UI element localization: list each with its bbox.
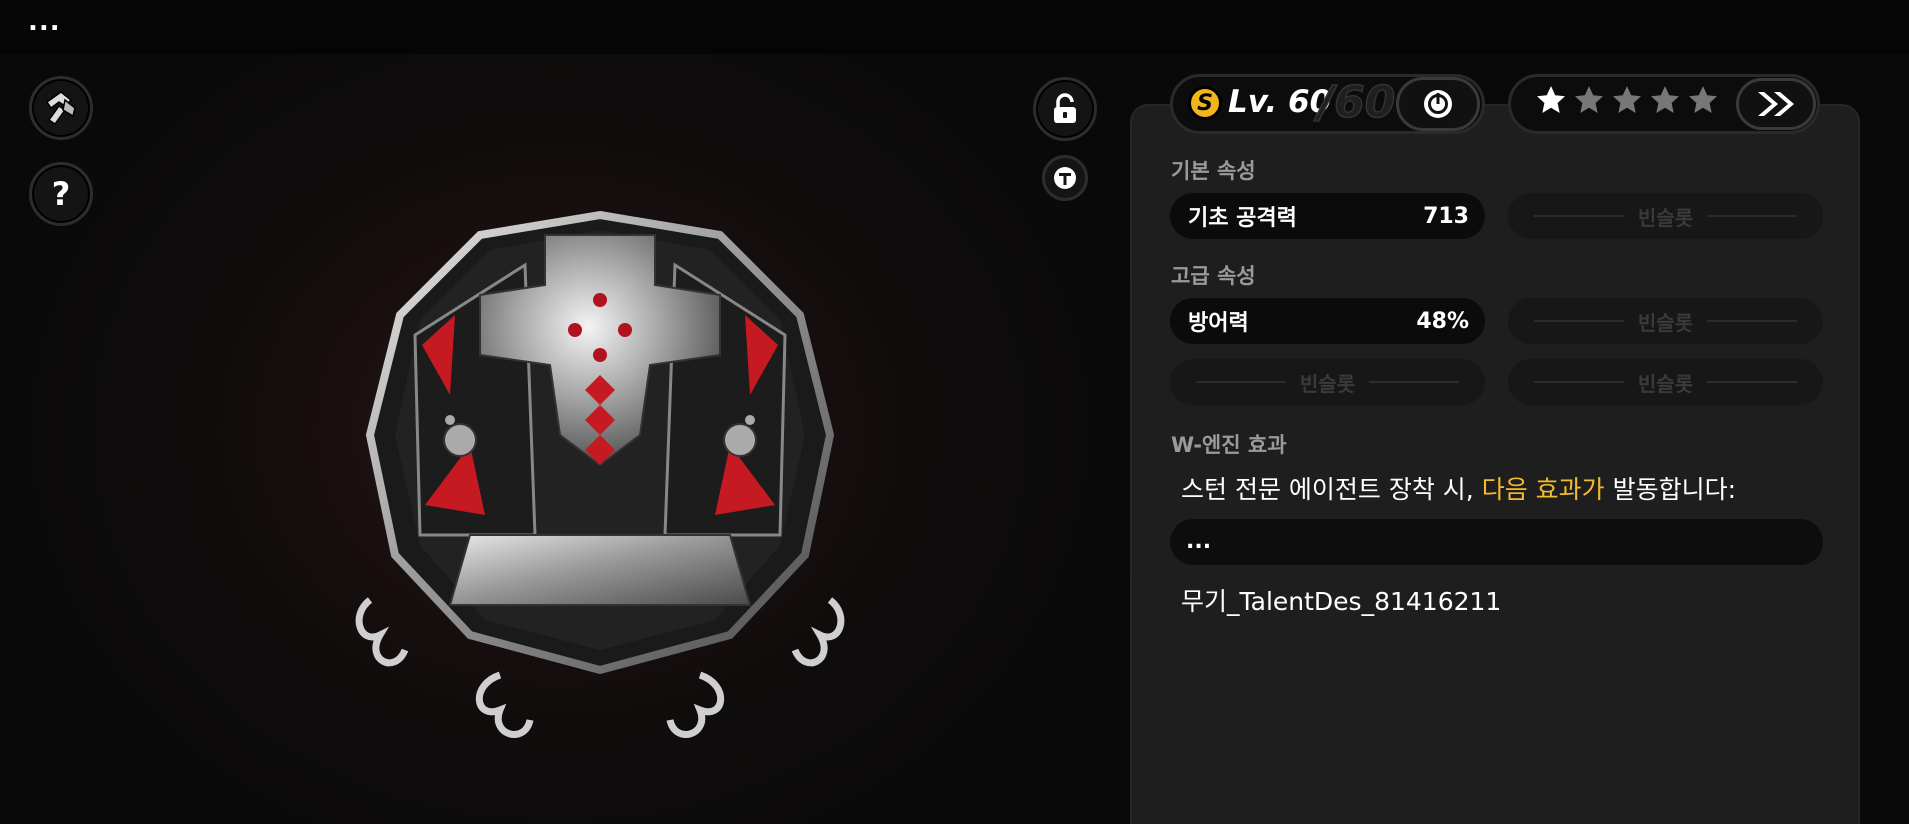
tag-button[interactable]: [1042, 155, 1088, 201]
t-icon: [1054, 167, 1076, 189]
stat-row-defense: 방어력 48%: [1170, 298, 1485, 344]
w-engine-model-image: [355, 210, 845, 738]
star-empty-icon: [1689, 86, 1717, 113]
star-rating: [1535, 84, 1719, 116]
star-upgrade-button[interactable]: [1736, 78, 1816, 130]
stat-row-base-attack: 기초 공격력 713: [1170, 193, 1485, 239]
effect-highlight: 다음 효과가: [1481, 475, 1605, 504]
empty-slot: 빈슬롯: [1170, 359, 1485, 405]
empty-slot: 빈슬롯: [1508, 359, 1823, 405]
stat-value: 713: [1423, 203, 1469, 229]
hammer-icon: [45, 91, 76, 126]
hammer-button[interactable]: [29, 76, 93, 140]
unlock-icon: [1054, 93, 1076, 123]
level-max: /60: [1317, 76, 1396, 129]
advanced-stats-title: 고급 속성: [1171, 264, 1256, 288]
svg-text:?: ?: [52, 176, 71, 212]
power-icon: [1424, 90, 1452, 118]
rank-badge: S: [1188, 86, 1222, 120]
talent-description: 무기_TalentDes_81416211: [1181, 587, 1502, 616]
double-chevron-right-icon: [1758, 92, 1794, 116]
effect-title: W-엔진 효과: [1171, 433, 1287, 457]
level-label: Lv. 60: [1228, 84, 1332, 120]
top-bar: ...: [0, 0, 1909, 54]
empty-slot: 빈슬롯: [1508, 193, 1823, 239]
star-filled-icon: [1537, 86, 1565, 113]
lock-button[interactable]: [1033, 77, 1097, 141]
stat-value: 48%: [1416, 308, 1469, 334]
level-up-button[interactable]: [1396, 77, 1480, 131]
star-empty-icon: [1575, 86, 1603, 113]
menu-dots-button[interactable]: ...: [28, 9, 61, 35]
empty-slot: 빈슬롯: [1508, 298, 1823, 344]
help-button[interactable]: ?: [29, 162, 93, 226]
stat-label: 기초 공격력: [1188, 206, 1297, 231]
help-icon: ?: [52, 176, 71, 212]
effect-description: 스턴 전문 에이전트 장착 시, 다음 효과가 발동합니다:: [1181, 475, 1737, 504]
star-empty-icon: [1651, 86, 1679, 113]
star-empty-icon: [1613, 86, 1641, 113]
base-stats-title: 기본 속성: [1171, 159, 1256, 183]
stat-label: 방어력: [1188, 311, 1249, 336]
effect-placeholder-box: ...: [1170, 519, 1823, 565]
